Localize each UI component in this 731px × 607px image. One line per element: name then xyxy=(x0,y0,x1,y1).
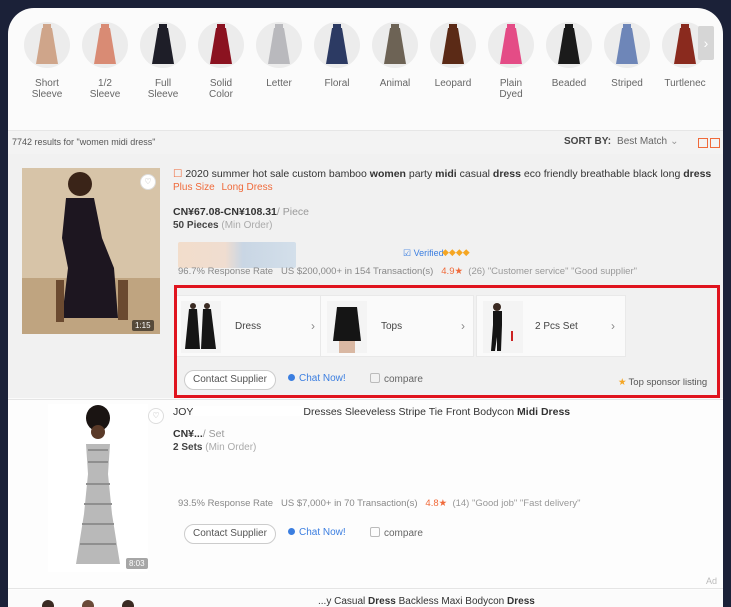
category-item[interactable]: Short Sleeve xyxy=(18,22,76,100)
category-next-button[interactable]: › xyxy=(698,26,714,60)
favorite-heart-icon[interactable]: ♡ xyxy=(140,174,156,190)
floral-dress-thumb xyxy=(314,22,360,68)
grid-view-icon[interactable] xyxy=(710,138,720,148)
model-stripe-dress-image xyxy=(48,404,148,572)
category-label: Solid Color xyxy=(209,78,233,100)
sort-control[interactable]: SORT BY: Best Match ⌄ xyxy=(564,136,678,147)
category-strip: Short Sleeve 1/2 Sleeve Full Sleeve Solid C… xyxy=(8,22,723,122)
category-label: Turtlenec xyxy=(664,78,706,89)
product-photo[interactable] xyxy=(28,592,148,607)
tag-long-dress[interactable]: Long Dress xyxy=(221,182,272,193)
category-label: Floral xyxy=(324,78,350,89)
sort-label: SORT BY: xyxy=(564,136,612,147)
beaded-dress-thumb xyxy=(546,22,592,68)
chat-now-button[interactable]: Chat Now! xyxy=(288,527,346,538)
plain-dyed-dress-thumb xyxy=(488,22,534,68)
blurred-text xyxy=(193,406,304,416)
animal-dress-thumb xyxy=(372,22,418,68)
letter-dress-thumb xyxy=(256,22,302,68)
view-toggle[interactable] xyxy=(698,138,720,148)
app-frame: Short Sleeve 1/2 Sleeve Full Sleeve Solid C… xyxy=(8,8,723,607)
category-label: Short Sleeve xyxy=(31,78,63,100)
category-item[interactable]: Floral xyxy=(308,22,366,89)
product-photo[interactable]: 1:15 xyxy=(22,168,160,334)
category-item[interactable]: Full Sleeve xyxy=(134,22,192,100)
category-item[interactable]: Plain Dyed xyxy=(482,22,540,100)
min-order: 50 Pieces (Min Order) xyxy=(173,220,273,231)
half-sleeve-dress-thumb xyxy=(82,22,128,68)
short-sleeve-dress-thumb xyxy=(24,22,70,68)
category-label: Full Sleeve xyxy=(147,78,179,100)
category-label: Plain Dyed xyxy=(499,78,523,100)
video-duration-badge: 1:15 xyxy=(132,320,154,331)
category-item[interactable]: Beaded xyxy=(540,22,598,89)
supplier-stats: 96.7% Response Rate US $200,000+ in 154 … xyxy=(178,266,637,277)
category-label: Leopard xyxy=(434,78,472,89)
divider xyxy=(8,588,723,589)
category-item[interactable]: Solid Color xyxy=(192,22,250,100)
leopard-dress-thumb xyxy=(430,22,476,68)
supplier-stats: 93.5% Response Rate US $7,000+ in 70 Tra… xyxy=(178,498,581,509)
hot-flag-icon: ☐ xyxy=(173,168,186,180)
product-title[interactable]: ☐ 2020 summer hot sale custom bamboo wom… xyxy=(173,168,711,180)
verified-badge: ☑ Verified xyxy=(403,248,444,258)
product-title[interactable]: JOY Dresses Sleeveless Stripe Tie Front B… xyxy=(173,406,570,418)
contact-supplier-button[interactable]: Contact Supplier xyxy=(184,524,276,544)
chat-icon xyxy=(288,528,295,535)
product-listing[interactable]: 8:03 ♡ JOY Dresses Sleeveless Stripe Tie … xyxy=(8,400,723,590)
product-tags: Plus Size Long Dress xyxy=(173,182,273,193)
results-count: 7742 results for "women midi dress" xyxy=(12,137,156,147)
category-item[interactable]: 1/2 Sleeve xyxy=(76,22,134,100)
solid-color-dress-thumb xyxy=(198,22,244,68)
favorite-heart-icon[interactable]: ♡ xyxy=(148,408,164,424)
product-title[interactable]: ...y Casual Dress Backless Maxi Bodycon … xyxy=(158,596,535,607)
category-item[interactable]: Animal xyxy=(366,22,424,89)
category-label: 1/2 Sleeve xyxy=(89,78,121,100)
supplier-diamond-icons: ◆◆◆◆ xyxy=(442,247,470,257)
striped-dress-thumb xyxy=(604,22,650,68)
category-label: Letter xyxy=(266,78,292,89)
category-item[interactable]: Letter xyxy=(250,22,308,89)
sort-value: Best Match xyxy=(617,136,668,147)
min-order: 2 Sets (Min Order) xyxy=(173,442,257,453)
model-images-partial xyxy=(42,600,134,607)
supplier-name-blurred[interactable] xyxy=(178,242,296,268)
highlight-box xyxy=(174,285,720,398)
category-item[interactable]: Striped xyxy=(598,22,656,89)
compare-checkbox[interactable]: compare xyxy=(370,527,423,539)
chevron-down-icon: ⌄ xyxy=(670,136,679,147)
model-black-dress-image xyxy=(22,168,160,334)
ad-label: Ad xyxy=(706,576,718,586)
full-sleeve-dress-thumb xyxy=(140,22,186,68)
category-label: Animal xyxy=(379,78,411,89)
video-duration-badge: 8:03 xyxy=(126,558,148,569)
list-view-icon[interactable] xyxy=(698,138,708,148)
category-label: Beaded xyxy=(551,78,587,89)
category-item[interactable]: Leopard xyxy=(424,22,482,89)
product-photo[interactable]: 8:03 xyxy=(48,404,148,572)
category-label: Striped xyxy=(611,78,643,89)
tag-plus-size[interactable]: Plus Size xyxy=(173,182,215,193)
results-bar: 7742 results for "women midi dress" SORT… xyxy=(8,130,723,155)
price-range: CN¥67.08-CN¥108.31/ Piece xyxy=(173,206,310,218)
price-range: CN¥.../ Set xyxy=(173,428,225,440)
